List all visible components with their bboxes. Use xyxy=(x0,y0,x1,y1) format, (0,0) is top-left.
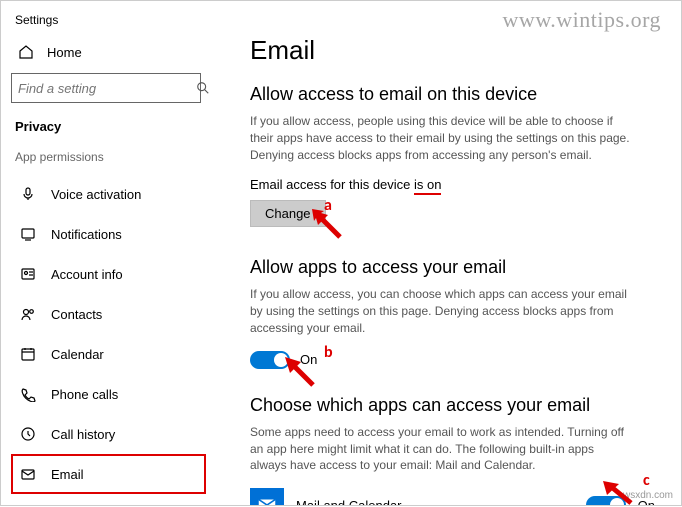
nav-item-tasks[interactable]: Tasks xyxy=(11,494,206,505)
arrow-b-icon xyxy=(283,355,323,389)
section1-desc: If you allow access, people using this d… xyxy=(250,113,630,163)
search-icon xyxy=(196,79,210,97)
app-row-mail-calendar: Mail and Calendar On xyxy=(250,488,655,505)
nav-item-label: Phone calls xyxy=(51,387,118,402)
content-pane: Email Allow access to email on this devi… xyxy=(216,1,681,505)
arrow-a-icon xyxy=(310,207,350,241)
account-icon xyxy=(19,265,37,283)
section3-desc: Some apps need to access your email to w… xyxy=(250,424,630,474)
watermark-top: www.wintips.org xyxy=(503,7,661,33)
nav-item-contacts[interactable]: Contacts xyxy=(11,294,206,334)
page-title: Email xyxy=(250,35,657,66)
nav-item-label: Calendar xyxy=(51,347,104,362)
nav-item-email[interactable]: Email xyxy=(11,454,206,494)
nav-item-label: Notifications xyxy=(51,227,122,242)
section3-title: Choose which apps can access your email xyxy=(250,395,657,416)
email-icon xyxy=(19,465,37,483)
phone-icon xyxy=(19,385,37,403)
section2-desc: If you allow access, you can choose whic… xyxy=(250,286,630,336)
app-name-label: Mail and Calendar xyxy=(296,498,574,505)
nav-item-label: Account info xyxy=(51,267,123,282)
nav-item-label: Voice activation xyxy=(51,187,141,202)
section2-title: Allow apps to access your email xyxy=(250,257,657,278)
annotation-b: b xyxy=(324,343,333,362)
nav-item-call-history[interactable]: Call history xyxy=(11,414,206,454)
nav-item-label: Contacts xyxy=(51,307,102,322)
nav-section-head: Privacy xyxy=(11,117,206,148)
nav-home-label: Home xyxy=(47,45,82,60)
nav-item-calendar[interactable]: Calendar xyxy=(11,334,206,374)
mail-calendar-app-icon xyxy=(250,488,284,505)
annotation-c: c xyxy=(643,471,650,490)
nav-section-sub: App permissions xyxy=(11,148,206,174)
settings-nav: Settings Home Privacy App permissions Vo… xyxy=(1,1,216,505)
nav-item-voice-activation[interactable]: Voice activation xyxy=(11,174,206,214)
device-access-status: Email access for this device is on xyxy=(250,177,657,192)
search-box[interactable] xyxy=(11,73,201,103)
notifications-icon xyxy=(19,225,37,243)
nav-home[interactable]: Home xyxy=(11,37,206,67)
section1-title: Allow access to email on this device xyxy=(250,84,657,105)
nav-item-label: Email xyxy=(51,467,84,482)
nav-item-phone-calls[interactable]: Phone calls xyxy=(11,374,206,414)
contacts-icon xyxy=(19,305,37,323)
window-title: Settings xyxy=(11,9,206,37)
nav-item-account-info[interactable]: Account info xyxy=(11,254,206,294)
nav-item-label: Call history xyxy=(51,427,115,442)
home-icon xyxy=(17,43,35,61)
microphone-icon xyxy=(19,185,37,203)
call-history-icon xyxy=(19,425,37,443)
arrow-c-icon xyxy=(601,479,641,507)
search-input[interactable] xyxy=(18,81,196,96)
nav-item-notifications[interactable]: Notifications xyxy=(11,214,206,254)
calendar-icon xyxy=(19,345,37,363)
